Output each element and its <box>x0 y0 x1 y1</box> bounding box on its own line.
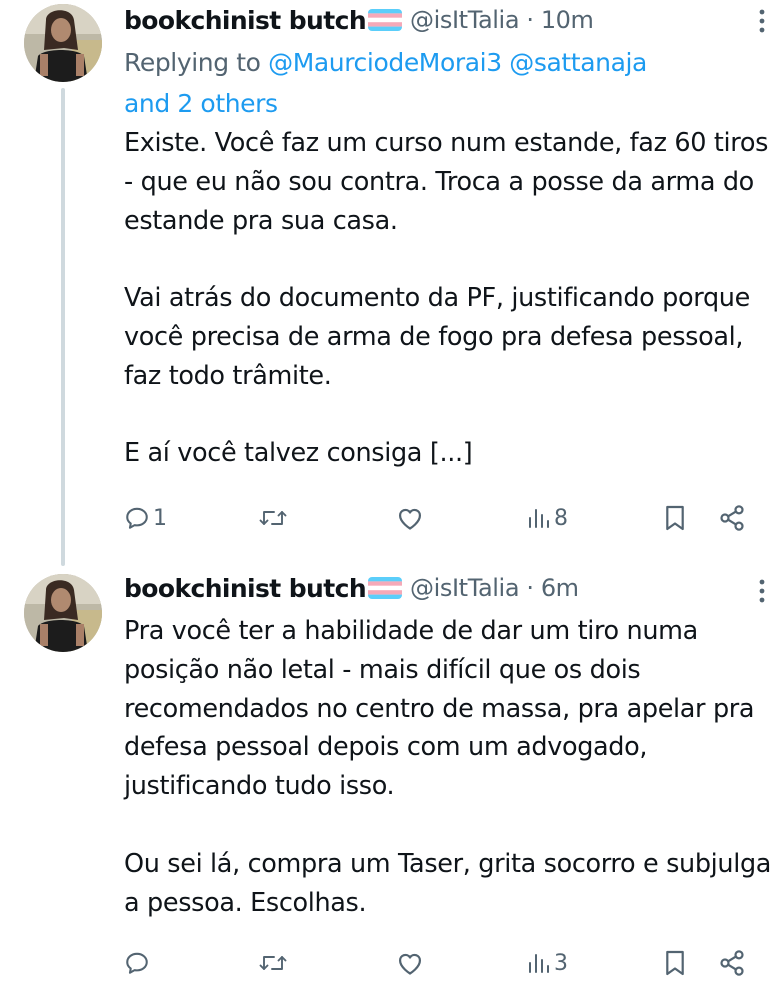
views-icon <box>529 954 549 973</box>
heart-icon <box>398 953 422 975</box>
reply-count: 1 <box>153 505 167 531</box>
tweet-header: bookchinist butch @isItTalia · 10m <box>124 0 594 40</box>
tweet-header: bookchinist butch @isItTalia · 6m <box>124 568 579 608</box>
reply-button[interactable] <box>124 943 150 983</box>
view-count: 8 <box>554 505 568 531</box>
bookmark-button[interactable] <box>664 498 686 538</box>
share-button[interactable] <box>718 498 746 538</box>
avatar[interactable] <box>24 4 102 82</box>
display-name[interactable]: bookchinist butch <box>124 574 367 603</box>
replying-to: Replying to @MaurciodeMorai3 @sattanaja … <box>124 42 744 124</box>
handle-and-time[interactable]: @isItTalia · 10m <box>410 6 594 34</box>
bookmark-icon <box>666 505 684 531</box>
share-icon <box>720 950 744 976</box>
tweet-text: Existe. Você faz um curso num estande, f… <box>124 124 774 473</box>
view-count: 3 <box>554 950 568 976</box>
bookmark-button[interactable] <box>664 943 686 983</box>
tweet-paragraph: E aí você talvez consiga [...] <box>124 438 473 469</box>
retweet-button[interactable] <box>258 498 288 538</box>
avatar-photo <box>24 574 102 652</box>
tweet-paragraph: Existe. Você faz um curso num estande, f… <box>124 128 769 236</box>
others-link[interactable]: and 2 others <box>124 89 278 118</box>
bookmark-icon <box>666 950 684 976</box>
tweet[interactable]: bookchinist butch @isItTalia · 6m Pra vo… <box>0 566 783 1000</box>
avatar-photo <box>24 4 102 82</box>
thread-line <box>61 88 65 566</box>
tweet-text: Pra você ter a habilidade de dar um tiro… <box>124 612 774 922</box>
tweet-paragraph: Ou sei lá, compra um Taser, grita socorr… <box>124 848 772 918</box>
reply-button[interactable]: 1 <box>124 498 167 538</box>
more-options-icon[interactable] <box>757 8 767 34</box>
more-options-icon[interactable] <box>757 578 767 604</box>
handle-and-time[interactable]: @isItTalia · 6m <box>410 574 579 602</box>
display-name[interactable]: bookchinist butch <box>124 6 367 35</box>
mention-links[interactable]: @MaurciodeMorai3 @sattanaja <box>268 48 647 77</box>
like-button[interactable] <box>396 943 424 983</box>
reply-icon <box>126 507 148 529</box>
retweet-button[interactable] <box>258 943 288 983</box>
views-button[interactable]: 3 <box>527 943 568 983</box>
tweet-paragraph: Pra você ter a habilidade de dar um tiro… <box>124 616 755 802</box>
tweet-paragraph: Vai atrás do documento da PF, justifican… <box>124 283 750 391</box>
views-icon <box>529 509 549 528</box>
replying-to-label: Replying to <box>124 48 269 77</box>
like-button[interactable] <box>396 498 424 538</box>
views-button[interactable]: 8 <box>527 498 568 538</box>
avatar[interactable] <box>24 574 102 652</box>
tweet[interactable]: bookchinist butch @isItTalia · 10m Reply… <box>0 0 783 566</box>
tweet-actions: 1 8 <box>124 498 751 538</box>
share-button[interactable] <box>718 943 746 983</box>
transgender-flag-icon <box>368 577 403 599</box>
transgender-flag-icon <box>368 9 403 31</box>
retweet-icon <box>259 956 287 970</box>
retweet-icon <box>259 511 287 525</box>
reply-icon <box>126 952 148 974</box>
share-icon <box>720 505 744 531</box>
heart-icon <box>398 508 422 530</box>
tweet-actions: 3 <box>124 943 751 983</box>
